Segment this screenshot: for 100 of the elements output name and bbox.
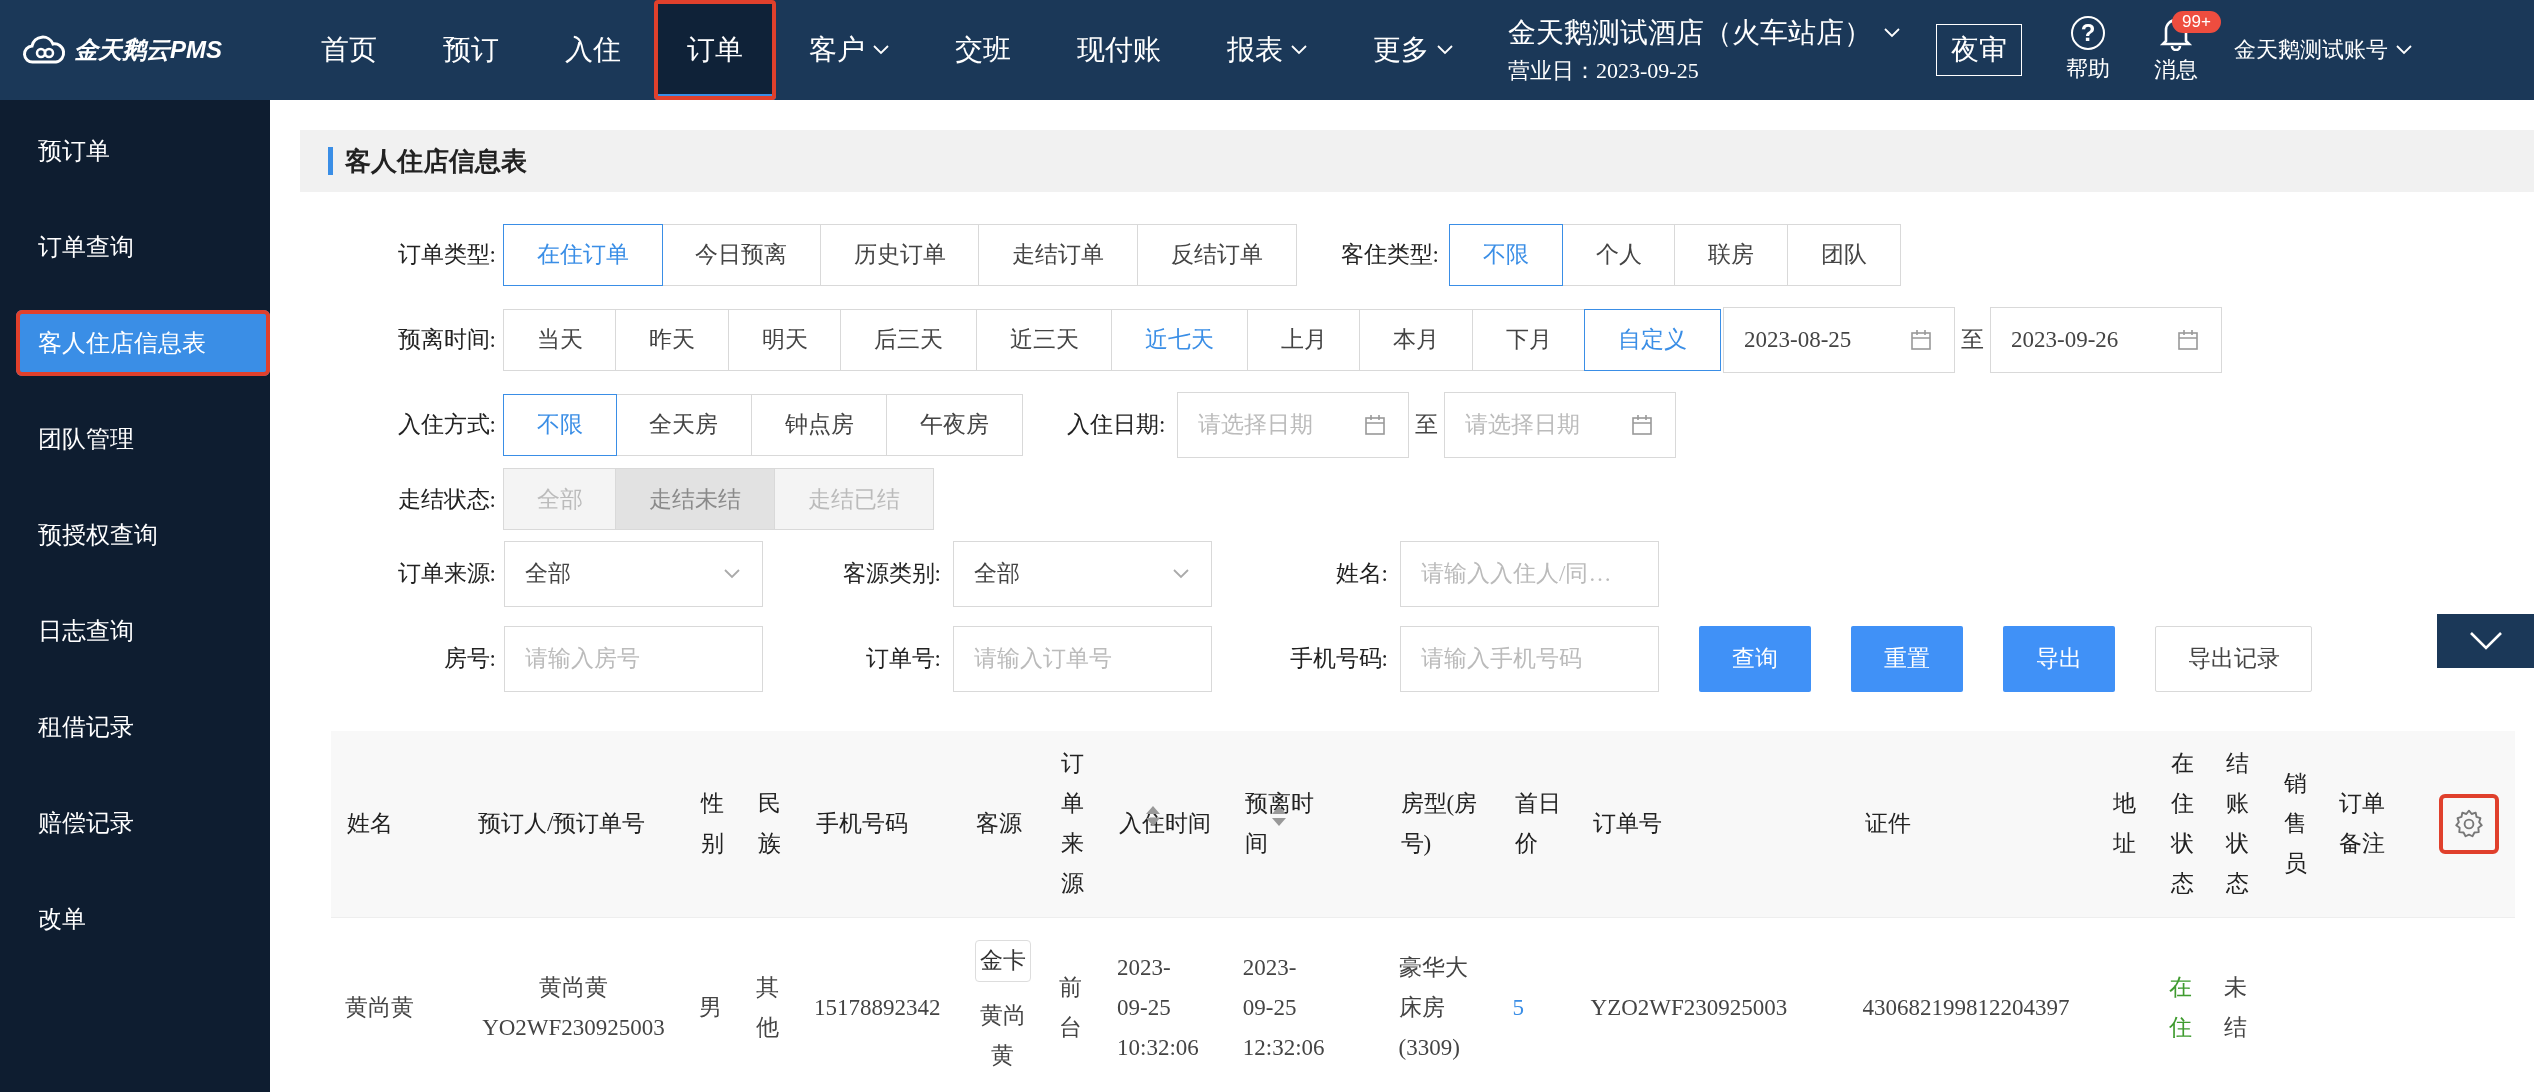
filter-option[interactable]: 联房 (1674, 223, 1789, 286)
select-field[interactable]: 全部 (504, 540, 763, 607)
calendar-icon (1364, 413, 1387, 436)
column-header: 地址 (2096, 731, 2155, 918)
sidebar-item[interactable]: 预授权查询 (0, 502, 270, 568)
page-title: 客人住店信息表 (345, 145, 527, 178)
column-header: 销售员 (2267, 731, 2323, 918)
title-accent-bar (328, 147, 333, 175)
collapse-button[interactable] (2437, 614, 2534, 668)
messages-label[interactable]: 消息 (2154, 55, 2198, 85)
chevron-down-icon (1291, 45, 1307, 55)
filter-option[interactable]: 昨天 (615, 308, 729, 371)
filter-option[interactable]: 近三天 (975, 308, 1113, 371)
column-header: 客源 (960, 731, 1045, 918)
table-cell: 其他 (742, 917, 800, 1092)
filter-label: 预离时间: (396, 326, 497, 354)
nav-tab[interactable]: 现付账 (1044, 0, 1194, 100)
table-cell: 前台 (1045, 917, 1103, 1092)
business-date: 营业日：2023-09-25 (1508, 57, 1700, 85)
date-field[interactable]: 2023-08-25 (1723, 306, 1955, 373)
column-header: 性别 (685, 731, 742, 918)
filter-label: 姓名: (1334, 560, 1389, 588)
help-label[interactable]: 帮助 (2066, 54, 2110, 84)
column-header: 预订人/预订单号 (462, 731, 685, 918)
sidebar-item[interactable]: 赔偿记录 (0, 790, 270, 856)
nav-tab[interactable]: 订单 (654, 0, 776, 100)
settings-icon[interactable] (2438, 794, 2499, 854)
filter-option[interactable]: 后三天 (840, 308, 977, 371)
nav-tab[interactable]: 首页 (288, 0, 410, 100)
column-header: 在住状态 (2154, 731, 2210, 918)
account-name[interactable]: 金天鹅测试账号 (2234, 35, 2388, 65)
table-cell: 黄尚黄 (979, 1002, 1026, 1069)
table-cell: 2023-09-25 10:32:06 (1103, 917, 1229, 1092)
filter-label: 订单号: (864, 645, 942, 673)
filter-option[interactable]: 当天 (502, 308, 617, 371)
filter-option[interactable]: 下月 (1471, 308, 1586, 371)
filter-option[interactable]: 明天 (727, 308, 842, 371)
filter-option[interactable]: 午夜房 (886, 393, 1023, 456)
filter-option[interactable]: 反结订单 (1136, 223, 1297, 286)
filter-label: 订单类型: (396, 241, 497, 269)
night-audit-button[interactable]: 夜审 (1936, 24, 2022, 76)
date-field[interactable]: 2023-09-26 (1990, 306, 2222, 373)
filter-label: 手机号码: (1288, 645, 1389, 673)
column-header: 订单号 (1576, 731, 1849, 918)
hotel-name[interactable]: 金天鹅测试酒店（火车站店） (1508, 14, 1872, 52)
filter-option[interactable]: 团队 (1786, 223, 1901, 286)
filter-label: 客源类别: (841, 560, 942, 588)
chevron-down-icon (2468, 631, 2503, 651)
table-cell: 黄尚黄 YO2WF230925003 (462, 917, 685, 1092)
filter-label: 入住方式: (396, 411, 497, 439)
range-separator: 至 (1415, 411, 1439, 439)
column-header: 订单备注 (2322, 731, 2423, 918)
brand-name: 金天鹅云PMS (74, 35, 222, 65)
column-header: 首日价 (1498, 731, 1577, 918)
filter-option[interactable]: 钟点房 (750, 393, 888, 456)
filter-option[interactable]: 个人 (1561, 223, 1676, 286)
filter-option[interactable]: 今日预离 (661, 223, 821, 286)
filter-option[interactable]: 全天房 (615, 393, 752, 456)
filter-option[interactable]: 走结订单 (978, 223, 1138, 286)
chevron-down-icon (724, 568, 740, 579)
column-header: 手机号码 (800, 731, 960, 918)
column-header: 预离时间 (1228, 731, 1385, 918)
table-cell: 在住 (2154, 917, 2210, 1092)
table-cell: 男 (685, 917, 742, 1092)
action-button[interactable]: 导出记录 (2155, 625, 2312, 692)
nav-tab[interactable]: 交班 (922, 0, 1044, 100)
chevron-down-icon[interactable] (2396, 45, 2412, 55)
sidebar-item[interactable]: 改单 (0, 886, 270, 952)
table-cell: 430682199812204397 (1848, 917, 2097, 1092)
filter-option[interactable]: 本月 (1359, 308, 1473, 371)
filter-label: 订单来源: (396, 560, 497, 588)
chevron-down-icon (1437, 45, 1453, 55)
filter-label: 走结状态: (396, 485, 497, 514)
member-tag: 金卡 (974, 939, 1031, 982)
sidebar-item[interactable]: 租借记录 (0, 694, 270, 760)
table-cell: 15178892342 (800, 917, 960, 1092)
nav-tab[interactable]: 预订 (410, 0, 532, 100)
nav-tab[interactable]: 更多 (1340, 0, 1486, 100)
chevron-down-icon (873, 45, 889, 55)
table-cell: 未结 (2209, 917, 2268, 1092)
cloud-logo-icon (22, 35, 66, 65)
column-header: 姓名 (331, 731, 462, 918)
table-cell: 2023-09-25 12:32:06 (1228, 917, 1385, 1092)
select-field[interactable]: 全部 (953, 540, 1212, 607)
table-cell: 豪华大床房(3309) (1384, 917, 1499, 1092)
help-icon[interactable]: ? (2071, 16, 2105, 50)
chevron-down-icon[interactable] (1884, 28, 1900, 38)
filter-option[interactable]: 上月 (1246, 308, 1361, 371)
table-cell: 黄尚黄 (331, 917, 462, 1092)
sidebar-item[interactable]: 订单查询 (0, 214, 270, 280)
nav-tab[interactable]: 报表 (1194, 0, 1340, 100)
sidebar-item[interactable]: 团队管理 (0, 406, 270, 472)
filter-label: 房号: (442, 645, 497, 673)
nav-tab[interactable]: 客户 (776, 0, 922, 100)
nav-tab[interactable]: 入住 (532, 0, 654, 100)
sidebar-item[interactable]: 预订单 (0, 118, 270, 184)
filter-option[interactable]: 历史订单 (819, 223, 980, 286)
sidebar-item[interactable]: 日志查询 (0, 598, 270, 664)
notification-badge: 99+ (2172, 11, 2221, 33)
calendar-icon (1910, 328, 1932, 351)
